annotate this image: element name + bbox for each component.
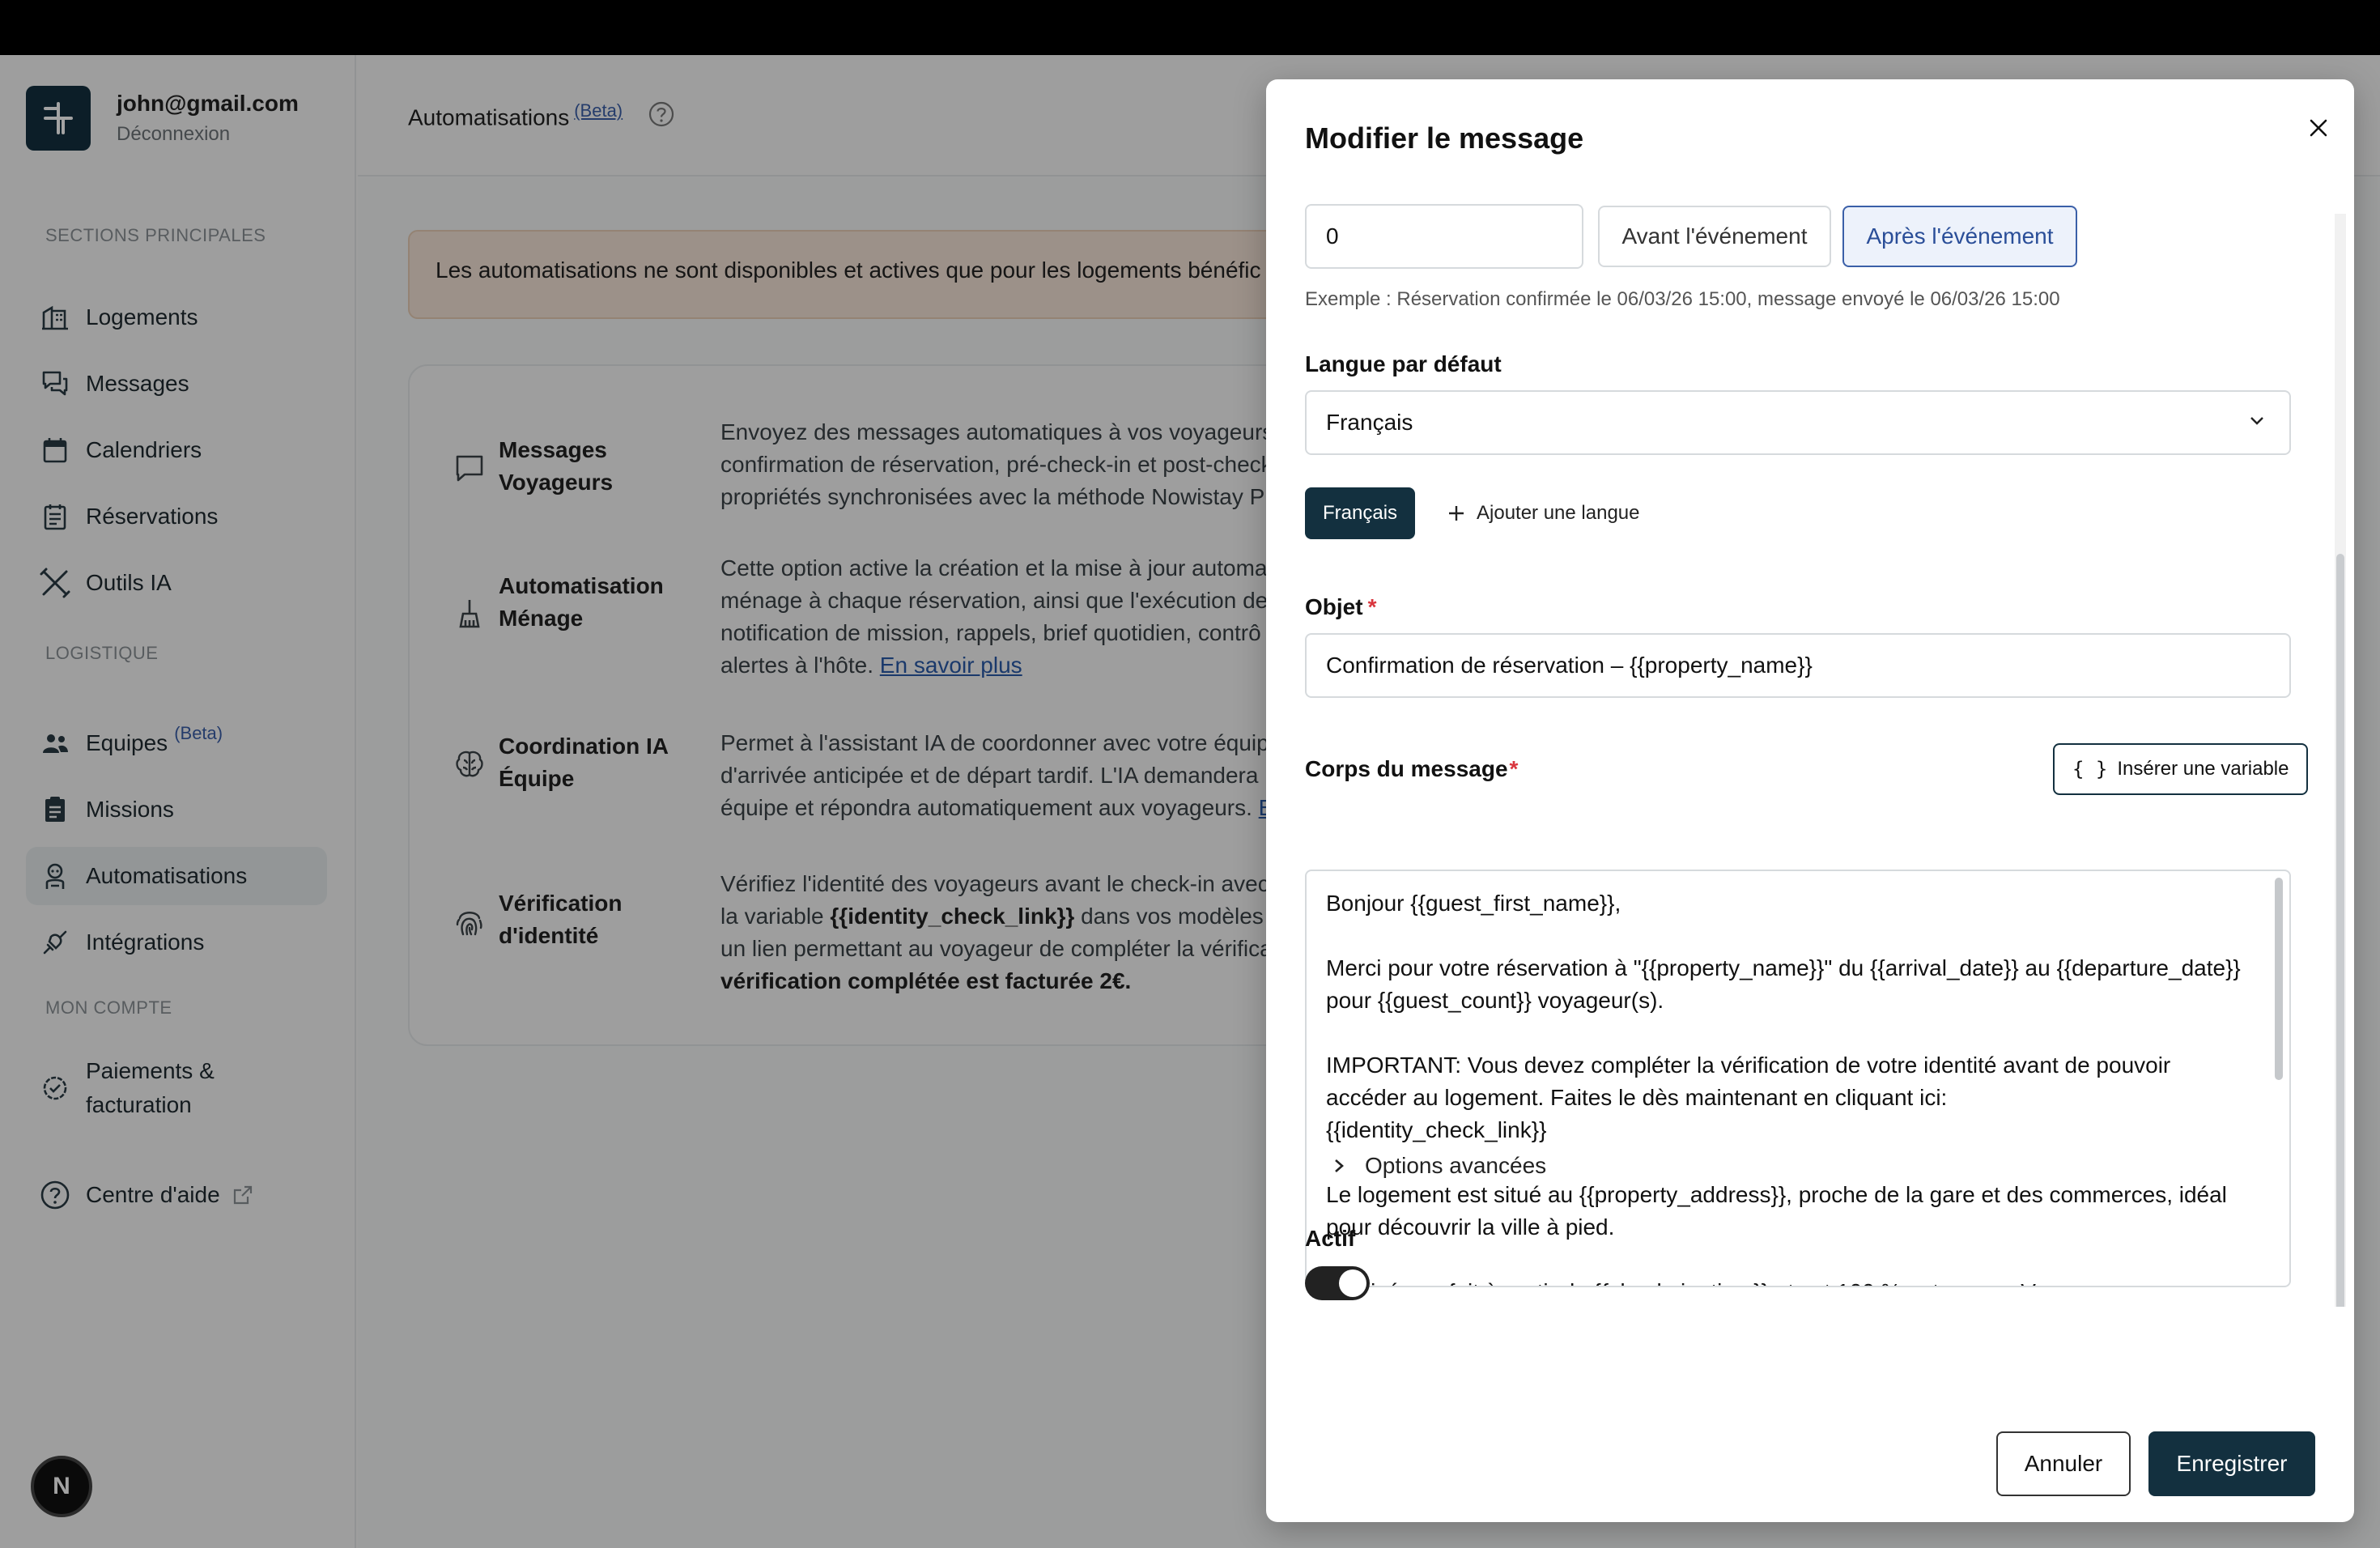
modal-title: Modifier le message [1305, 121, 1584, 155]
textarea-scrollbar-thumb[interactable] [2275, 878, 2283, 1080]
advanced-options-toggle[interactable]: Options avancées [1331, 1153, 1546, 1179]
subject-input[interactable]: Confirmation de réservation – {{property… [1305, 633, 2291, 698]
chevron-down-icon [2247, 410, 2267, 436]
advanced-options-label: Options avancées [1365, 1153, 1547, 1178]
body-line [1326, 920, 2270, 952]
plus-icon [1446, 503, 1467, 524]
edit-message-modal: Modifier le message 0 Avant l'événement … [1266, 79, 2354, 1522]
message-body-textarea[interactable]: Bonjour {{guest_first_name}}, Merci pour… [1305, 870, 2291, 1287]
body-label: Corps du message* [1305, 756, 1519, 781]
language-select-value: Français [1326, 410, 1413, 435]
subject-label: Objet * [1305, 594, 1377, 619]
braces-icon: { } [2072, 758, 2108, 780]
textarea-scrollbar[interactable] [2273, 878, 2284, 1274]
after-event-button[interactable]: Après l'événement [1842, 206, 2077, 267]
modal-scrollbar[interactable] [2335, 214, 2346, 1307]
add-language-label: Ajouter une langue [1477, 502, 1640, 524]
delay-input[interactable]: 0 [1305, 204, 1583, 269]
insert-variable-button[interactable]: { } Insérer une variable [2053, 743, 2309, 795]
save-button[interactable]: Enregistrer [2148, 1431, 2315, 1496]
body-line: pour découvrir la ville à pied. [1326, 1214, 1615, 1240]
body-line [1326, 1017, 2270, 1049]
body-line [1326, 1244, 2270, 1276]
toggle-knob [1339, 1269, 1366, 1297]
insert-variable-label: Insérer une variable [2117, 758, 2289, 780]
modal-body: 0 Avant l'événement Après l'événement Ex… [1266, 189, 2354, 1307]
language-label: Langue par défaut [1305, 351, 1502, 376]
body-line: Le logement est situé au {{property_addr… [1326, 1182, 2227, 1207]
close-button[interactable] [2299, 110, 2338, 149]
body-line: Bonjour {{guest_first_name}}, [1326, 891, 1621, 916]
modal-scrollbar-thumb[interactable] [2336, 554, 2344, 1307]
language-chip-fr[interactable]: Français [1305, 487, 1416, 539]
body-line: pour {{guest_count}} voyageur(s). [1326, 988, 1664, 1013]
before-event-button[interactable]: Avant l'événement [1598, 206, 1831, 267]
body-line: L'arrivée se fait à partir de {{check_in… [1326, 1276, 2270, 1286]
body-line: accéder au logement. Faites le dès maint… [1326, 1085, 1948, 1110]
example-hint: Exemple : Réservation confirmée le 06/03… [1305, 288, 2060, 310]
close-icon [2308, 117, 2329, 142]
active-label: Actif [1305, 1226, 1356, 1251]
cancel-button[interactable]: Annuler [1996, 1431, 2131, 1496]
body-line: Merci pour votre réservation à "{{proper… [1326, 955, 2241, 980]
add-language-button[interactable]: Ajouter une langue [1446, 487, 1640, 539]
top-black-bar [0, 0, 2380, 55]
active-toggle[interactable] [1305, 1266, 1370, 1300]
body-line: IMPORTANT: Vous devez compléter la vérif… [1326, 1053, 2171, 1078]
language-select[interactable]: Français [1305, 390, 2291, 455]
body-line: {{identity_check_link}} [1326, 1117, 1547, 1142]
chevron-right-icon [1331, 1156, 1347, 1176]
